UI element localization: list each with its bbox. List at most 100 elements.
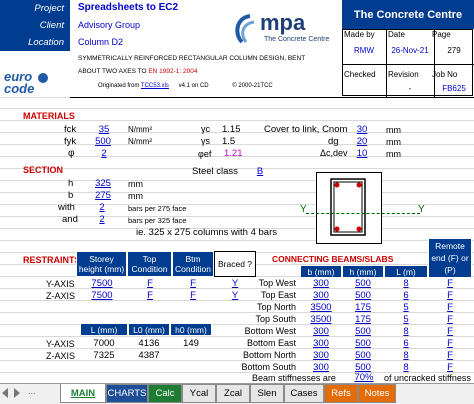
copyright-text: © 2000-21TCC [232, 83, 273, 89]
bars-325-input[interactable]: 2 [96, 214, 108, 225]
l0-z-value: 4387 [138, 350, 160, 361]
tab-cases[interactable]: Cases [284, 384, 324, 403]
mpa-logo-subtitle: The Concrete Centre [264, 36, 330, 43]
l0-y-value: 4136 [138, 338, 160, 349]
beam-b-input[interactable]: 300 [300, 278, 342, 289]
tab-notes[interactable]: Notes [358, 384, 396, 403]
beam-h-input[interactable]: 500 [342, 278, 384, 289]
column-section-drawing [330, 178, 366, 236]
phi-ef-label: φef [198, 149, 212, 159]
column-section-diagram [316, 172, 382, 244]
phi-input[interactable]: 2 [96, 148, 112, 159]
beam-l-input[interactable]: 5 [384, 302, 428, 313]
beam-remote-input[interactable]: F [428, 302, 472, 313]
header-bottom-line [70, 97, 474, 98]
beam-row-label: Top South [255, 314, 296, 324]
btm-condition-header: Btm Condition [172, 251, 214, 277]
originated-line: Originated from TCC53.xls v4.1 on CD © 2… [98, 83, 273, 89]
beam-h-input[interactable]: 500 [342, 350, 384, 361]
tab-ycal[interactable]: Ycal [182, 384, 216, 403]
version-text: v4.1 on CD [178, 83, 209, 89]
beam-b-header: b (mm) [300, 265, 342, 278]
beam-row-label: Top North [256, 302, 296, 312]
beam-h-input[interactable]: 500 [342, 326, 384, 337]
location-label: Location [0, 34, 70, 51]
dg-input[interactable]: 20 [352, 136, 372, 147]
beam-h-input[interactable]: 500 [342, 338, 384, 349]
beam-b-input[interactable]: 3500 [300, 314, 342, 325]
top-condition-y-input[interactable]: F [128, 278, 172, 289]
section-summary: ie. 325 x 275 columns with 4 bars [136, 227, 277, 238]
beam-remote-input[interactable]: F [428, 278, 472, 289]
beam-l-input[interactable]: 5 [384, 314, 428, 325]
h-label: h [68, 178, 74, 189]
client-value[interactable]: Advisory Group [78, 20, 140, 30]
beam-b-input[interactable]: 300 [300, 326, 342, 337]
beam-remote-input[interactable]: F [428, 338, 472, 349]
cover-label: Cover to link, Cnom [264, 124, 348, 135]
stiffness-input[interactable]: 70% [352, 372, 376, 383]
dg-label: dg [328, 136, 339, 147]
eurocode-logo-mark [38, 73, 48, 83]
beams-title: CONNECTING BEAMS/SLABS [272, 254, 394, 264]
phi-ef-value: 1.21 [224, 148, 243, 159]
l0-header: L0 (mm) [128, 323, 170, 336]
tab-scroll-right-icon[interactable] [14, 388, 20, 398]
beam-l-input[interactable]: 6 [384, 290, 428, 301]
beam-remote-input[interactable]: F [428, 314, 472, 325]
beam-l-input[interactable]: 8 [384, 362, 428, 373]
location-value[interactable]: Column D2 [78, 37, 123, 47]
tab-ellipsis[interactable]: ... [28, 386, 36, 396]
beam-b-input[interactable]: 3500 [300, 302, 342, 313]
tab-scroll-left-icon[interactable] [2, 388, 8, 398]
dcdev-label: Δc,dev [320, 148, 348, 158]
tab-zcal[interactable]: Zcal [216, 384, 250, 403]
tab-calc[interactable]: Calc [148, 384, 182, 403]
l-z-value: 7325 [93, 350, 115, 361]
tab-charts[interactable]: CHARTS [106, 384, 148, 403]
top-condition-z-input[interactable]: F [128, 290, 172, 301]
beam-h-input[interactable]: 175 [342, 302, 384, 313]
beam-row-label: Bottom South [241, 362, 296, 372]
beam-row-label: Top East [260, 290, 296, 300]
b-input[interactable]: 275 [90, 190, 116, 201]
logo-box: euro code [0, 51, 70, 97]
cover-input[interactable]: 30 [352, 124, 372, 135]
tab-slen[interactable]: Slen [250, 384, 284, 403]
beam-l-header: L (m) [384, 265, 428, 278]
beam-h-header: h (mm) [342, 265, 384, 278]
beam-remote-input[interactable]: F [428, 362, 472, 373]
dcdev-input[interactable]: 10 [352, 148, 372, 159]
storey-height-y-input[interactable]: 7500 [80, 278, 124, 289]
beam-b-input[interactable]: 300 [300, 290, 342, 301]
fck-input[interactable]: 35 [92, 124, 116, 135]
beam-remote-input[interactable]: F [428, 290, 472, 301]
section-title: SECTION [23, 165, 64, 175]
h-input[interactable]: 325 [90, 178, 116, 189]
beam-l-input[interactable]: 8 [384, 278, 428, 289]
gamma-c-label: γc [201, 124, 210, 134]
l-y-value: 7000 [93, 338, 115, 349]
originated-file[interactable]: TCC53.xls [141, 83, 169, 89]
project-value[interactable]: Spreadsheets to EC2 [78, 2, 178, 13]
beam-l-input[interactable]: 8 [384, 350, 428, 361]
bars-275-input[interactable]: 2 [96, 202, 108, 213]
beam-l-input[interactable]: 8 [384, 326, 428, 337]
b-label: b [68, 190, 74, 201]
tab-refs[interactable]: Refs [324, 384, 358, 403]
dcdev-unit: mm [386, 149, 401, 159]
storey-height-z-input[interactable]: 7500 [80, 290, 124, 301]
beam-remote-input[interactable]: F [428, 350, 472, 361]
beam-remote-input[interactable]: F [428, 326, 472, 337]
beam-h-input[interactable]: 175 [342, 314, 384, 325]
beam-l-input[interactable]: 6 [384, 338, 428, 349]
b-unit: mm [128, 191, 143, 201]
beam-b-input[interactable]: 300 [300, 338, 342, 349]
y-axis-right-label: Y [418, 204, 425, 215]
beam-h-input[interactable]: 500 [342, 290, 384, 301]
tab-main[interactable]: MAIN [60, 384, 106, 403]
beam-b-input[interactable]: 300 [300, 362, 342, 373]
beam-b-input[interactable]: 300 [300, 350, 342, 361]
steel-class-input[interactable]: B [254, 166, 266, 177]
fyk-input[interactable]: 500 [90, 136, 116, 147]
